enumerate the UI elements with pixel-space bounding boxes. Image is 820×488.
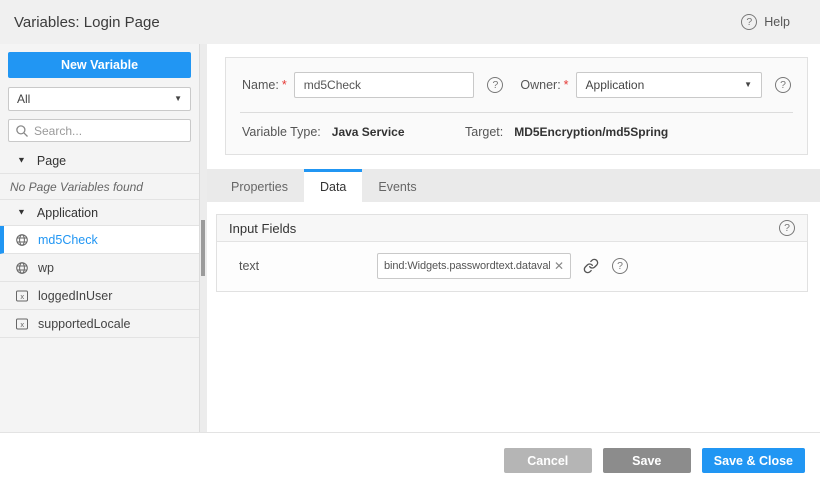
owner-select-value: Application	[586, 78, 645, 92]
tree-item-label: supportedLocale	[38, 317, 130, 331]
input-field-row: text bind:Widgets.passwordtext.datavalue…	[229, 253, 795, 279]
tree-item-md5check[interactable]: md5Check	[0, 226, 199, 254]
triangle-down-icon: ▼	[17, 156, 26, 164]
tree-item-supportedlocale[interactable]: x supportedLocale	[0, 310, 199, 338]
variable-type-value: Java Service	[332, 125, 405, 139]
save-and-close-button[interactable]: Save & Close	[702, 448, 805, 473]
name-owner-row: Name:* ? Owner:* Application ▼ ?	[226, 58, 807, 112]
tree-section-page[interactable]: ▼ Page	[0, 148, 199, 174]
field-name-label: text	[229, 259, 377, 273]
tree-item-wp[interactable]: wp	[0, 254, 199, 282]
help-button[interactable]: ? Help	[741, 14, 790, 30]
variables-tree: ▼ Page No Page Variables found ▼ Applica…	[0, 148, 199, 338]
page-empty-message: No Page Variables found	[0, 174, 199, 200]
search-input[interactable]	[34, 124, 184, 138]
cancel-button[interactable]: Cancel	[504, 448, 592, 473]
search-icon	[15, 124, 29, 138]
svg-text:x: x	[20, 320, 24, 329]
owner-label: Owner:*	[520, 78, 568, 92]
variable-type-group: Variable Type: Java Service	[242, 125, 465, 139]
static-variable-icon: x	[15, 317, 29, 331]
chevron-down-icon: ▼	[174, 95, 182, 103]
target-group: Target: MD5Encryption/md5Spring	[465, 125, 668, 139]
input-fields-help-icon[interactable]: ?	[779, 220, 795, 236]
variable-filter-value: All	[17, 92, 30, 106]
owner-help-icon[interactable]: ?	[775, 77, 791, 93]
detail-tabbar: Properties Data Events	[207, 169, 820, 202]
owner-select[interactable]: Application ▼	[576, 72, 762, 98]
service-variable-icon	[15, 261, 29, 275]
name-label: Name:*	[242, 78, 287, 92]
variable-type-label: Variable Type:	[242, 125, 321, 139]
dialog-footer: Cancel Save Save & Close	[0, 432, 820, 488]
sidebar-controls: New Variable All ▼	[0, 52, 199, 142]
help-icon: ?	[741, 14, 757, 30]
triangle-down-icon: ▼	[17, 208, 26, 216]
static-variable-icon: x	[15, 289, 29, 303]
target-label: Target:	[465, 125, 503, 139]
sidebar-scrollbar-track[interactable]	[200, 44, 207, 432]
tree-item-label: loggedInUser	[38, 289, 112, 303]
chevron-down-icon: ▼	[744, 81, 752, 89]
tree-section-application-label: Application	[37, 206, 98, 220]
tree-item-label: md5Check	[38, 233, 98, 247]
page-title: Variables: Login Page	[14, 14, 160, 31]
clear-binding-icon[interactable]: ✕	[554, 260, 564, 272]
new-variable-button[interactable]: New Variable	[8, 52, 191, 78]
input-fields-panel: Input Fields ? text bind:Widgets.passwor…	[216, 214, 808, 292]
required-marker: *	[282, 78, 287, 92]
target-value: MD5Encryption/md5Spring	[514, 125, 668, 139]
tab-properties[interactable]: Properties	[215, 169, 304, 202]
bind-link-icon[interactable]	[583, 258, 599, 274]
tree-section-page-label: Page	[37, 154, 66, 168]
name-input[interactable]	[294, 72, 475, 98]
variable-summary-panel: Name:* ? Owner:* Application ▼ ? Variabl…	[225, 57, 808, 155]
required-marker: *	[564, 78, 569, 92]
titlebar: Variables: Login Page ? Help	[0, 0, 820, 44]
bind-expression-value: bind:Widgets.passwordtext.datavalue	[384, 260, 550, 272]
input-fields-body: text bind:Widgets.passwordtext.datavalue…	[217, 242, 807, 291]
search-box	[8, 119, 191, 142]
tree-section-application[interactable]: ▼ Application	[0, 200, 199, 226]
save-button[interactable]: Save	[603, 448, 691, 473]
svg-text:x: x	[20, 292, 24, 301]
type-target-row: Variable Type: Java Service Target: MD5E…	[226, 113, 807, 154]
variables-dialog: Variables: Login Page ? Help New Variabl…	[0, 0, 820, 488]
tab-data[interactable]: Data	[304, 169, 362, 202]
input-fields-title: Input Fields	[229, 221, 296, 236]
variables-sidebar: New Variable All ▼ ▼ Page	[0, 44, 200, 432]
service-variable-icon	[15, 233, 29, 247]
name-help-icon[interactable]: ?	[487, 77, 503, 93]
sidebar-scrollbar-thumb[interactable]	[201, 220, 205, 276]
help-label: Help	[764, 15, 790, 29]
bind-expression-input[interactable]: bind:Widgets.passwordtext.datavalue ✕	[377, 253, 571, 279]
input-fields-header: Input Fields ?	[217, 215, 807, 242]
variable-detail-panel: Name:* ? Owner:* Application ▼ ? Variabl…	[207, 44, 820, 432]
variable-filter-select[interactable]: All ▼	[8, 87, 191, 111]
field-help-icon[interactable]: ?	[612, 258, 628, 274]
tree-item-loggedinuser[interactable]: x loggedInUser	[0, 282, 199, 310]
dialog-body: New Variable All ▼ ▼ Page	[0, 44, 820, 432]
tree-item-label: wp	[38, 261, 54, 275]
tab-events[interactable]: Events	[362, 169, 432, 202]
